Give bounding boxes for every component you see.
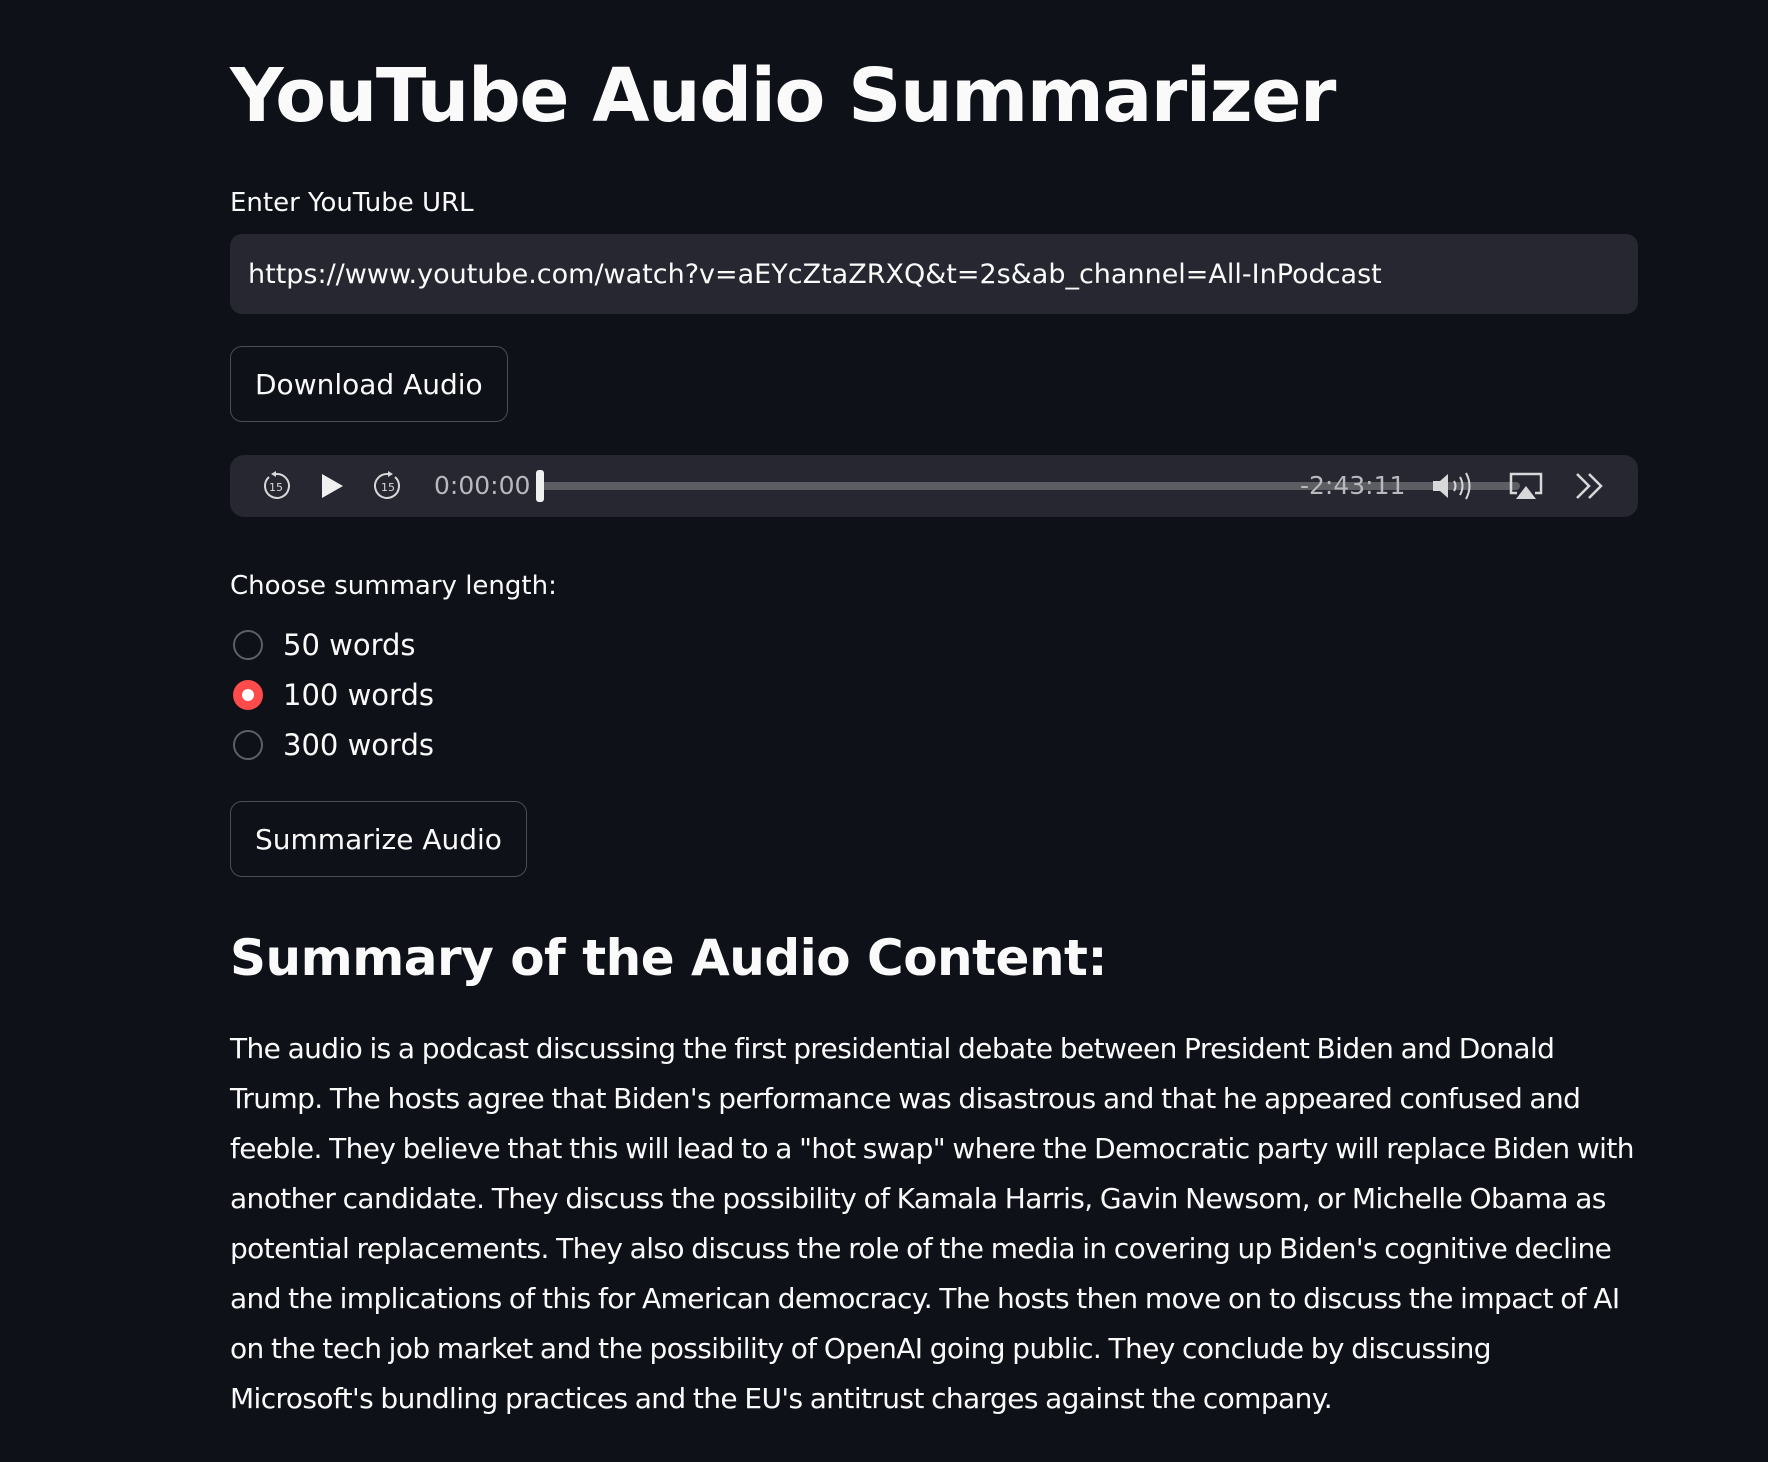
skip-forward-15-icon[interactable]: 15	[370, 455, 406, 517]
youtube-url-input[interactable]	[230, 234, 1638, 314]
radio-option-label: 100 words	[283, 678, 434, 712]
url-input-label: Enter YouTube URL	[230, 188, 474, 218]
radio-button[interactable]	[233, 630, 263, 660]
audio-player: 15 15 0:00:00 -2:43:11	[230, 455, 1638, 517]
current-time: 0:00:00	[434, 471, 531, 500]
radio-option-100-words[interactable]: 100 words	[233, 675, 434, 715]
summarize-audio-button[interactable]: Summarize Audio	[230, 801, 527, 877]
more-chevrons-icon[interactable]	[1572, 455, 1608, 517]
play-icon[interactable]	[314, 455, 350, 517]
volume-icon[interactable]	[1430, 455, 1478, 517]
summary-text: The audio is a podcast discussing the fi…	[230, 1032, 1634, 1415]
radio-option-50-words[interactable]: 50 words	[233, 625, 416, 665]
remaining-time: -2:43:11	[1300, 471, 1406, 500]
download-audio-button[interactable]: Download Audio	[230, 346, 508, 422]
radio-option-label: 50 words	[283, 628, 416, 662]
radio-button-selected[interactable]	[233, 680, 263, 710]
radio-button[interactable]	[233, 730, 263, 760]
summary-length-label: Choose summary length:	[230, 571, 557, 601]
radio-option-label: 300 words	[283, 728, 434, 762]
summary-heading: Summary of the Audio Content:	[230, 929, 1107, 987]
skip-back-seconds: 15	[269, 481, 283, 494]
skip-back-15-icon[interactable]: 15	[258, 455, 294, 517]
airplay-icon[interactable]	[1506, 455, 1546, 517]
radio-option-300-words[interactable]: 300 words	[233, 725, 434, 765]
skip-forward-seconds: 15	[381, 481, 395, 494]
seek-bar-thumb[interactable]	[536, 470, 544, 502]
page-title: YouTube Audio Summarizer	[230, 53, 1336, 139]
